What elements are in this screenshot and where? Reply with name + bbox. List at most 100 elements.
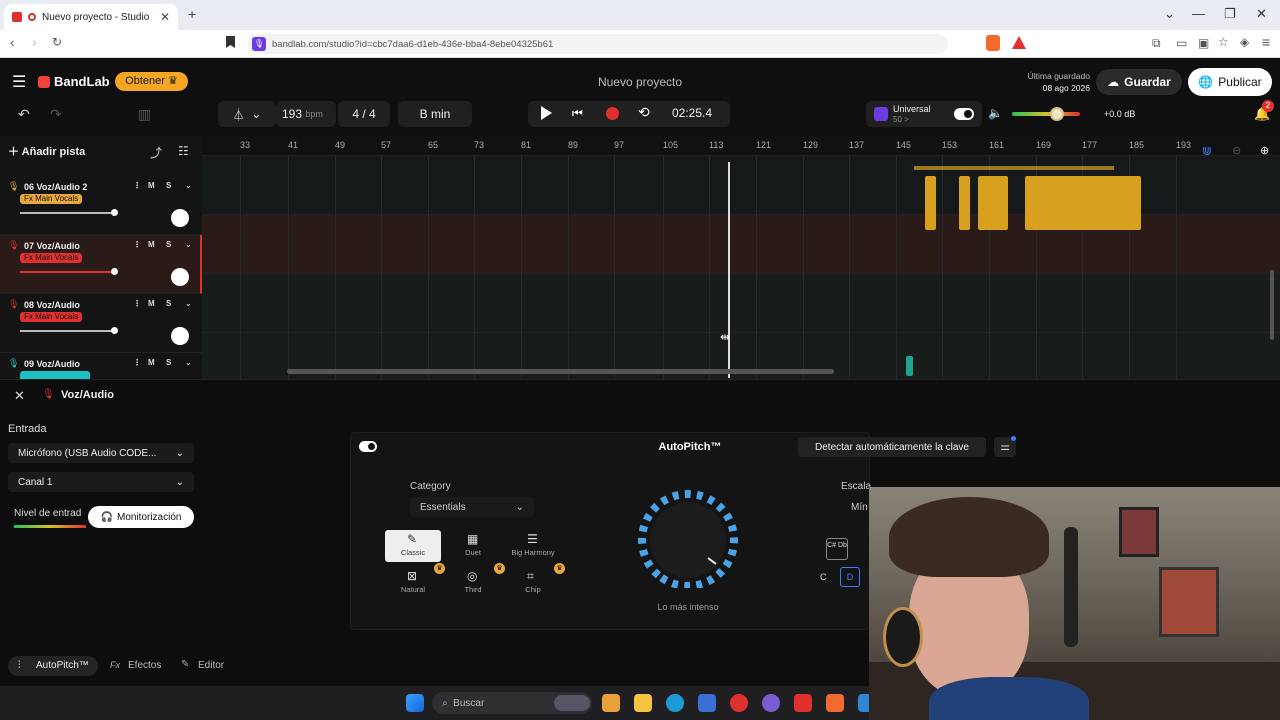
track-name[interactable]: 08 Voz/Audio — [24, 300, 80, 310]
scale-value[interactable]: Mín — [851, 502, 868, 513]
key-button-cdb[interactable]: C# Db — [826, 538, 848, 560]
bookmark-icon[interactable] — [226, 36, 235, 48]
tab-editor[interactable]: Editor — [198, 660, 224, 671]
project-title[interactable]: Nuevo proyecto — [540, 75, 740, 89]
track-menu-icon[interactable]: ⋮ — [133, 240, 141, 249]
time-signature[interactable]: 4 / 4 — [338, 101, 390, 127]
chevron-down-icon[interactable]: ⌄ — [185, 240, 192, 249]
bandlab-app-icon[interactable] — [794, 694, 812, 712]
record-icon[interactable] — [606, 107, 619, 120]
track-header[interactable]: 🎙 08 Voz/Audio Fx Main Vocals ⋮ M S ⌄ — [0, 294, 202, 353]
track-menu-icon[interactable]: ⋮ — [133, 358, 141, 367]
track-header[interactable]: 🎙 07 Voz/Audio Fx Main Vocals ⋮ M S ⌄ — [0, 235, 202, 294]
extensions-icon[interactable]: ⧉ — [1152, 36, 1161, 51]
publish-button[interactable]: 🌐 Publicar — [1188, 68, 1272, 96]
pan-knob[interactable] — [171, 209, 189, 227]
preset-chip[interactable]: ⌗ Chip ♛ — [505, 563, 565, 599]
automation-icon[interactable]: ⤴ — [150, 144, 162, 161]
maximize-icon[interactable]: ❐ — [1224, 6, 1236, 22]
close-window-icon[interactable]: ✕ — [1256, 6, 1267, 22]
favorites-icon[interactable]: ☆ — [1218, 35, 1229, 49]
taskbar-search[interactable]: ⌕ Buscar — [432, 692, 592, 714]
track-volume-slider[interactable] — [20, 209, 118, 216]
metronome-control[interactable]: ⏃ ⌄ — [218, 101, 276, 127]
brave-icon[interactable] — [826, 694, 844, 712]
close-panel-icon[interactable]: ✕ — [14, 388, 25, 404]
skip-back-icon[interactable]: ⏮ — [572, 106, 583, 121]
audio-clip[interactable] — [959, 176, 970, 230]
key-selector[interactable]: B min — [398, 101, 472, 127]
brave-rewards-icon[interactable] — [1012, 36, 1026, 49]
keyboard-icon[interactable]: ▥ — [138, 106, 151, 123]
chevron-down-icon[interactable]: ⌄ — [185, 299, 192, 308]
fx-badge[interactable] — [20, 371, 90, 379]
solo-button[interactable]: S — [166, 358, 171, 367]
loop-icon[interactable]: ⟲ — [638, 104, 650, 121]
autopitch-toggle[interactable] — [359, 441, 377, 452]
track-volume-slider[interactable] — [20, 268, 118, 275]
preset-duet[interactable]: ▦ Duet — [445, 530, 501, 562]
fx-badge[interactable]: Fx Main Vocals — [20, 312, 83, 322]
url-field[interactable]: 🎙 bandlab.com/studio?id=cbc7daa6-d1eb-43… — [248, 34, 948, 54]
copilot-icon[interactable] — [602, 694, 620, 712]
bandlab-logo[interactable]: BandLab — [38, 74, 110, 89]
audio-clip[interactable] — [906, 356, 913, 376]
key-button-c[interactable]: C — [820, 572, 827, 582]
preset-classic[interactable]: ✎ Classic — [385, 530, 441, 562]
preset-big-harmony[interactable]: ☰ Big Harmony — [505, 530, 561, 562]
track-volume-slider[interactable] — [20, 327, 118, 334]
fx-badge[interactable]: Fx Main Vocals — [20, 253, 83, 263]
solo-button[interactable]: S — [166, 181, 171, 190]
forward-icon[interactable]: › — [32, 34, 37, 50]
save-button[interactable]: ☁ Guardar — [1096, 69, 1182, 95]
track-name[interactable]: 09 Voz/Audio — [24, 359, 80, 369]
fx-badge[interactable]: Fx Main Vocals — [20, 194, 83, 204]
add-track-button[interactable]: ＋ Añadir pista — [8, 143, 85, 159]
track-header[interactable]: 🎙 09 Voz/Audio ⋮ M S ⌄ — [0, 353, 202, 380]
universal-toggle[interactable] — [954, 108, 974, 120]
input-device-select[interactable]: Micrófono (USB Audio CODE... ⌄ — [8, 443, 194, 463]
discord-icon[interactable] — [762, 694, 780, 712]
monitoring-button[interactable]: 🎧 Monitorización — [88, 506, 194, 528]
mute-button[interactable]: M — [148, 240, 155, 249]
sidebar-icon[interactable]: ▭ — [1176, 36, 1187, 50]
undo-icon[interactable]: ↶ — [18, 106, 30, 123]
browser-tab[interactable]: Nuevo proyecto - Studio ✕ — [4, 4, 178, 30]
chevron-down-icon[interactable]: ⌄ — [185, 181, 192, 190]
solo-button[interactable]: S — [166, 240, 171, 249]
mute-button[interactable]: M — [148, 299, 155, 308]
preset-third[interactable]: ◎ Third ♛ — [445, 563, 505, 599]
track-menu-icon[interactable]: ⋮ — [133, 299, 141, 308]
audio-clip[interactable] — [1025, 176, 1141, 230]
file-explorer-icon[interactable] — [634, 694, 652, 712]
brave-shield-icon[interactable] — [986, 35, 1000, 51]
minimize-icon[interactable]: — — [1192, 6, 1205, 21]
reload-icon[interactable]: ↻ — [52, 35, 62, 49]
audio-clip[interactable] — [925, 176, 936, 230]
preset-natural[interactable]: ⊠ Natural ♛ — [385, 563, 445, 599]
app-icon[interactable] — [730, 694, 748, 712]
key-button-d[interactable]: D — [840, 567, 860, 587]
edge-icon[interactable] — [666, 694, 684, 712]
menu-icon[interactable]: ≡ — [1262, 34, 1270, 50]
track-settings-icon[interactable]: ☷ — [178, 144, 189, 158]
back-icon[interactable]: ‹ — [10, 34, 15, 50]
chevron-down-icon[interactable]: ⌄ — [185, 358, 192, 367]
new-tab-icon[interactable]: + — [188, 6, 196, 22]
track-header[interactable]: 🎙 06 Voz/Audio 2 Fx Main Vocals ⋮ M S ⌄ — [0, 176, 202, 235]
redo-icon[interactable]: ↷ — [50, 106, 62, 123]
tab-search-icon[interactable]: ⌄ — [1164, 6, 1175, 22]
track-menu-icon[interactable]: ⋮ — [133, 181, 141, 190]
tab-effects[interactable]: Efectos — [128, 660, 161, 671]
play-icon[interactable] — [541, 106, 552, 120]
windows-start-icon[interactable] — [406, 694, 424, 712]
close-tab-icon[interactable]: ✕ — [160, 10, 170, 24]
master-volume-knob[interactable] — [1050, 107, 1064, 121]
playhead[interactable] — [728, 162, 730, 378]
channel-select[interactable]: Canal 1 ⌄ — [8, 472, 194, 492]
track-name[interactable]: 07 Voz/Audio — [24, 241, 80, 251]
vertical-scrollbar[interactable] — [1270, 270, 1274, 340]
wallet-icon[interactable]: ▣ — [1198, 36, 1209, 50]
universal-preset[interactable]: Universal 50 > — [866, 101, 982, 127]
mic-permission-icon[interactable]: 🎙 — [252, 37, 266, 51]
